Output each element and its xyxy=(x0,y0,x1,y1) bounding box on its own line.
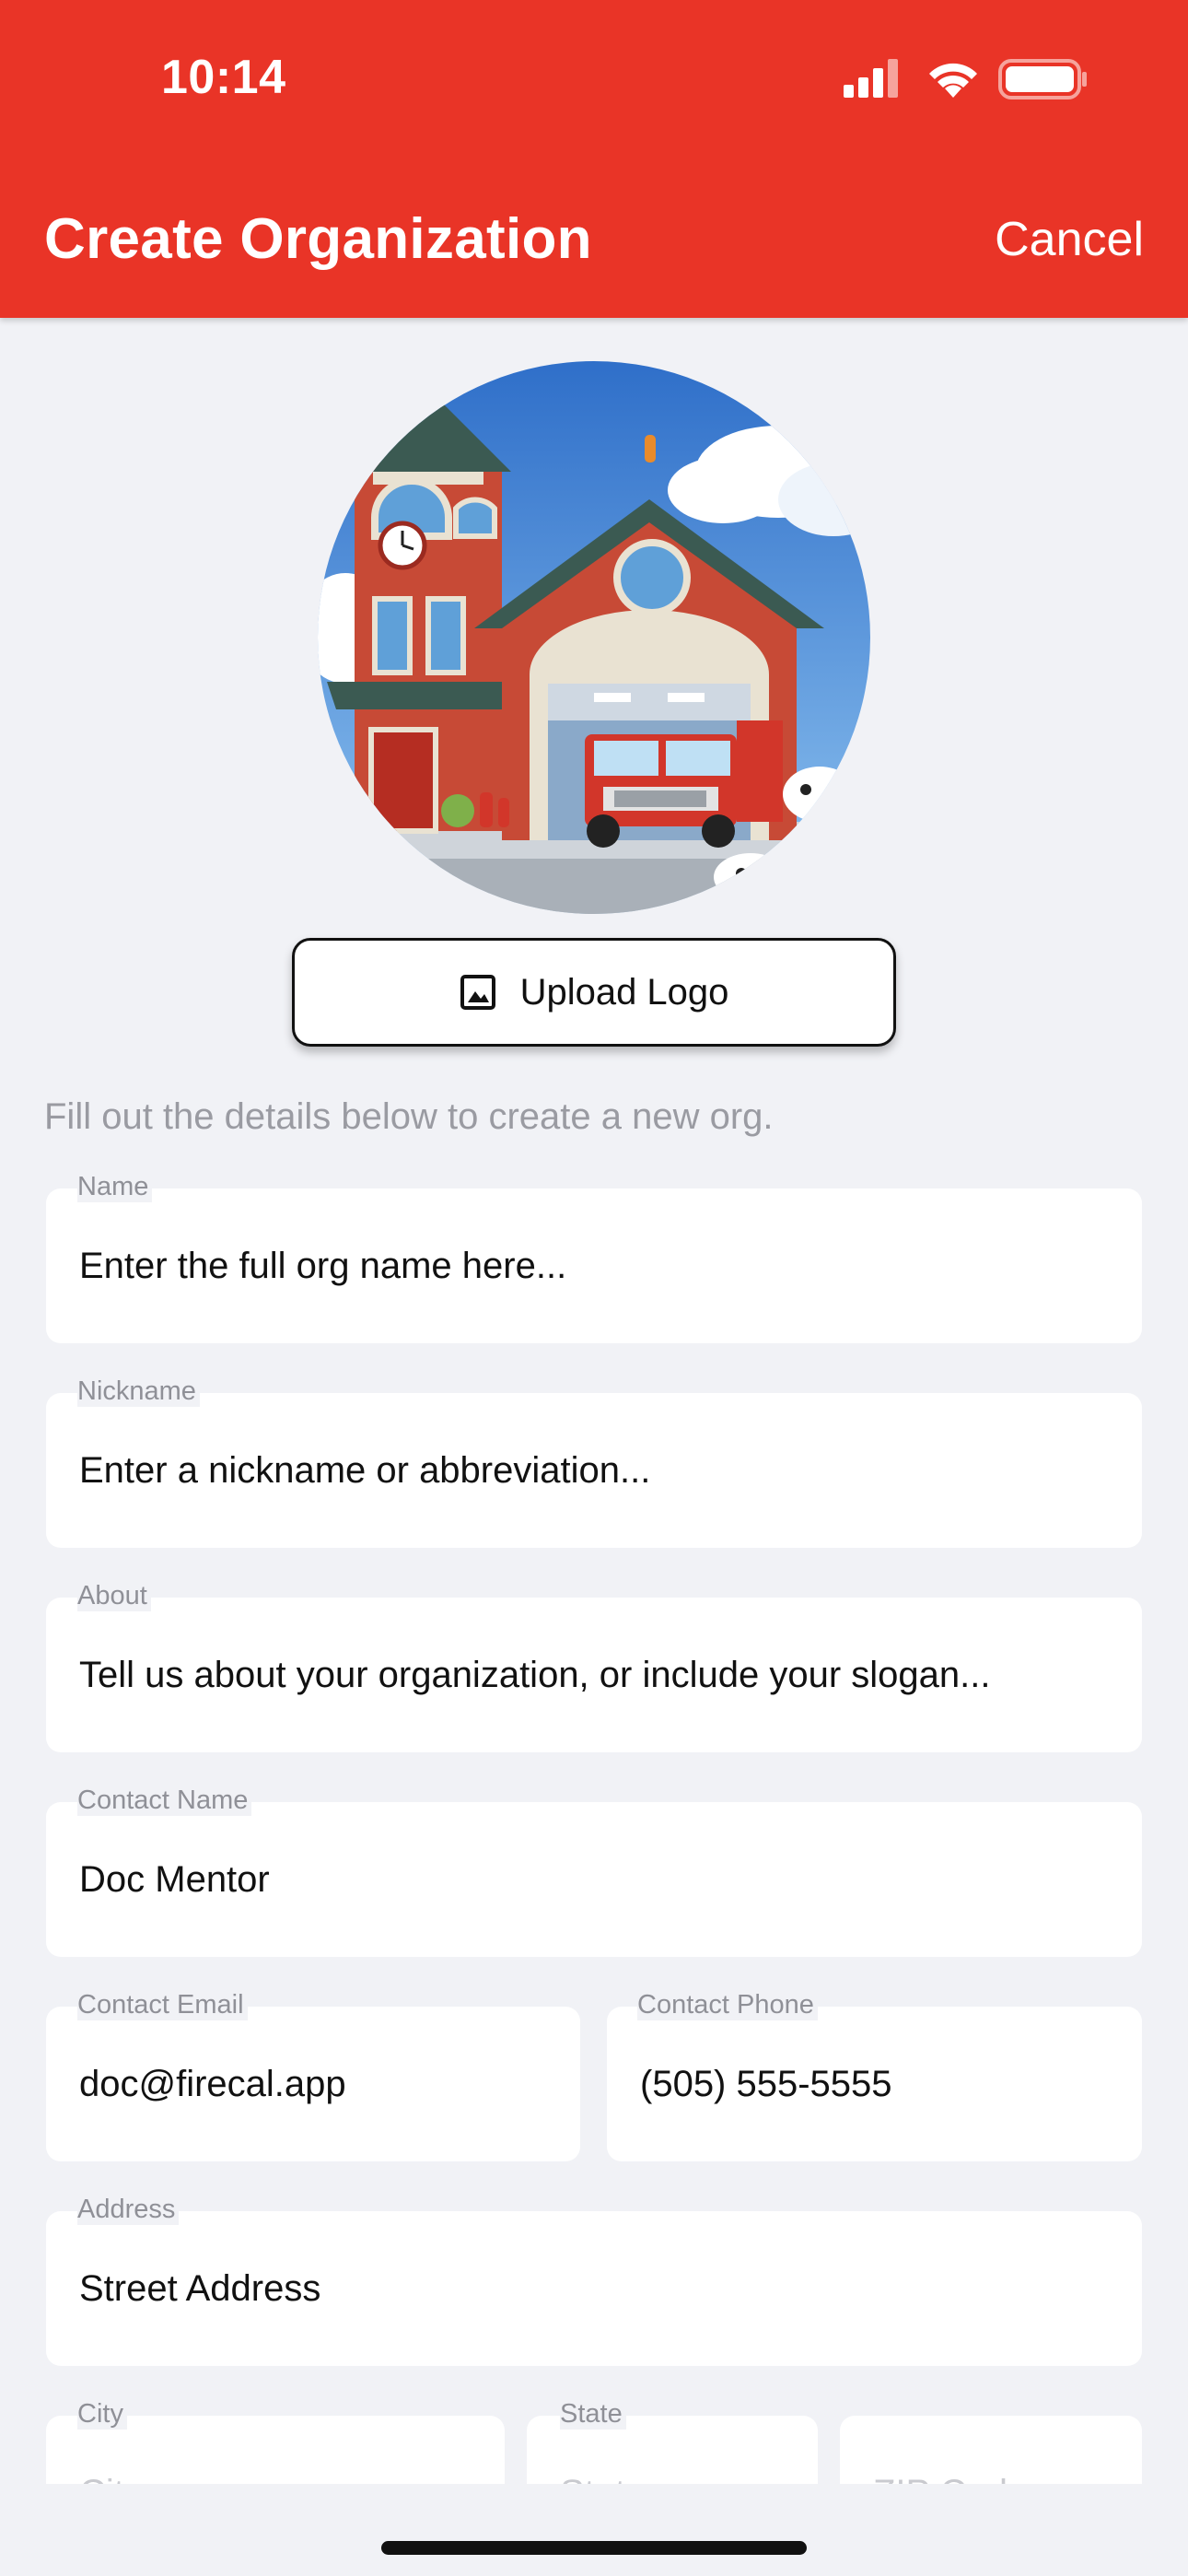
nickname-label: Nickname xyxy=(77,1376,200,1407)
upload-logo-button[interactable]: Upload Logo xyxy=(292,938,896,1047)
contact-phone-field xyxy=(607,2007,1142,2161)
nickname-field xyxy=(46,1393,1142,1548)
app-header: 10:14 Create Organization Cancel xyxy=(0,0,1188,318)
contact-email-field xyxy=(46,2007,580,2161)
about-field xyxy=(46,1598,1142,1752)
org-logo-image xyxy=(318,361,870,914)
screen: 10:14 Create Organization Cancel Upload … xyxy=(0,0,1188,2576)
status-time: 10:14 xyxy=(161,51,286,104)
home-indicator xyxy=(381,2541,807,2555)
signal-icon xyxy=(844,59,898,98)
contact-name-field xyxy=(46,1802,1142,1957)
form-instructions: Fill out the details below to create a n… xyxy=(44,1096,774,1137)
nickname-input[interactable] xyxy=(46,1393,1142,1548)
name-label: Name xyxy=(77,1172,153,1202)
wifi-icon xyxy=(929,63,977,98)
contact-name-input[interactable] xyxy=(46,1802,1142,1957)
contact-email-label: Contact Email xyxy=(77,1990,248,2020)
address-field xyxy=(46,2211,1142,2366)
about-input[interactable] xyxy=(46,1598,1142,1752)
contact-phone-label: Contact Phone xyxy=(637,1990,818,2020)
battery-icon xyxy=(998,59,1087,100)
address-input[interactable] xyxy=(46,2211,1142,2366)
cancel-button[interactable]: Cancel xyxy=(995,212,1144,267)
bottom-safe-area xyxy=(0,2484,1188,2576)
about-label: About xyxy=(77,1581,151,1611)
city-label: City xyxy=(77,2399,127,2430)
name-input[interactable] xyxy=(46,1188,1142,1343)
contact-email-input[interactable] xyxy=(46,2007,580,2161)
upload-logo-label: Upload Logo xyxy=(519,971,729,1013)
name-field xyxy=(46,1188,1142,1343)
image-icon xyxy=(460,975,495,1010)
contact-name-label: Contact Name xyxy=(77,1786,252,1816)
page-title: Create Organization xyxy=(44,207,592,271)
address-label: Address xyxy=(77,2195,180,2225)
contact-phone-input[interactable] xyxy=(607,2007,1142,2161)
state-label: State xyxy=(560,2399,626,2430)
